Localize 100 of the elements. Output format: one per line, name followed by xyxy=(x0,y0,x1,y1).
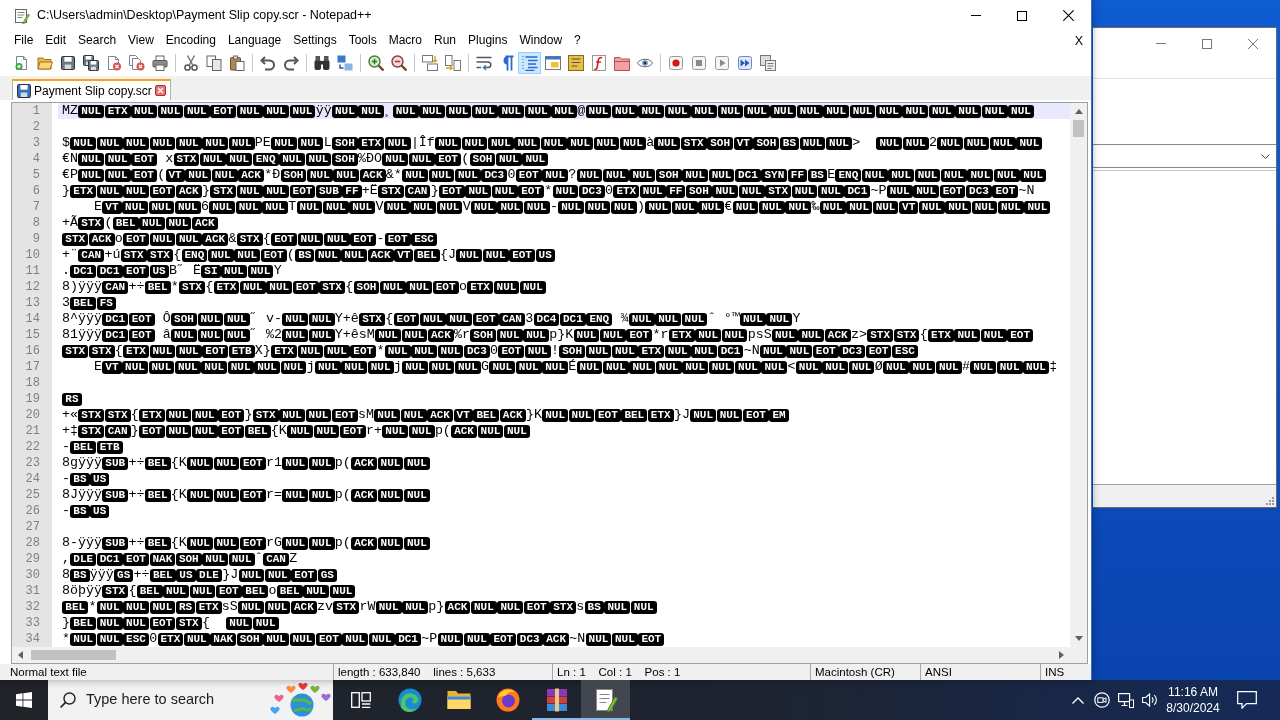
dropdown-field[interactable] xyxy=(1093,144,1276,168)
scrollbar-thumb[interactable] xyxy=(1073,120,1084,137)
control-character: NUL xyxy=(368,633,395,646)
notification-icon[interactable] xyxy=(1237,691,1257,709)
control-character: NUL xyxy=(187,537,213,550)
control-character: DC3 xyxy=(966,185,992,198)
code-text: } xyxy=(62,183,70,198)
code-text: z> xyxy=(850,327,867,342)
scroll-right-icon[interactable] xyxy=(1059,651,1064,659)
close-icon[interactable] xyxy=(1062,10,1074,21)
control-character: ACK xyxy=(427,329,454,342)
scroll-left-icon[interactable] xyxy=(18,651,23,659)
menu-item[interactable]: Macro xyxy=(382,31,428,50)
menu-item[interactable]: Encoding xyxy=(159,31,222,50)
camera-circle-icon[interactable] xyxy=(1094,692,1110,708)
menu-item[interactable]: Plugins xyxy=(462,31,514,50)
control-character: NUL xyxy=(522,153,549,166)
network-icon[interactable] xyxy=(1118,692,1134,708)
control-character: SUB xyxy=(315,185,342,198)
control-character: NUL xyxy=(96,617,123,630)
search-field[interactable]: Type here to search xyxy=(76,689,269,711)
code-text: 8^ÿÿÿ xyxy=(62,311,102,326)
control-character: NUL xyxy=(403,537,430,550)
resize-grip-icon[interactable] xyxy=(1265,496,1274,505)
scissors-icon xyxy=(182,55,199,71)
indent-guide-button[interactable] xyxy=(518,52,541,74)
control-character: ACK xyxy=(351,457,377,470)
control-character: NAK xyxy=(210,633,237,646)
code-text: +¨ xyxy=(62,247,78,262)
clock-time[interactable]: 11:16 AM xyxy=(1168,684,1218,700)
control-character: FS xyxy=(96,297,116,310)
line-number: 11 xyxy=(12,263,52,279)
control-character: NUL xyxy=(585,105,612,118)
menu-item[interactable]: Edit xyxy=(39,31,73,50)
control-character: NUL xyxy=(759,201,785,214)
control-character: NUL xyxy=(367,361,394,374)
control-character: NUL xyxy=(1020,169,1047,182)
control-character: NUL xyxy=(70,633,97,646)
control-character: NUL xyxy=(308,489,335,502)
control-character: NUL xyxy=(175,233,202,246)
control-character: NUL xyxy=(223,313,250,326)
line-number: 30 xyxy=(12,567,52,583)
control-character: BS xyxy=(70,505,90,518)
menu-item[interactable]: Search xyxy=(72,31,123,50)
scroll-down-icon[interactable] xyxy=(1074,636,1083,641)
control-character: NUL xyxy=(197,313,224,326)
menu-item[interactable]: Tools xyxy=(342,31,383,50)
control-character: NUL xyxy=(1023,361,1049,374)
control-character: DC3 xyxy=(481,169,508,182)
menu-item[interactable]: Language xyxy=(221,31,288,50)
scrollbar-thumb[interactable] xyxy=(31,650,116,660)
control-character: ENQ xyxy=(252,153,279,166)
control-character: NUL xyxy=(638,105,665,118)
scroll-up-icon[interactable] xyxy=(1074,109,1083,114)
menu-item[interactable]: Run xyxy=(428,31,463,50)
control-character: NUL xyxy=(437,633,464,646)
line-number: 26 xyxy=(12,503,52,519)
control-character: NUL xyxy=(981,105,1008,118)
clock-date[interactable]: 8/30/2024 xyxy=(1166,700,1220,716)
line-number: 32 xyxy=(12,599,52,615)
play-icon xyxy=(713,55,730,71)
control-character: NUL xyxy=(165,425,192,438)
maximize-icon[interactable] xyxy=(1017,10,1027,21)
control-character: NUL xyxy=(691,345,718,358)
search-bar[interactable]: Type here to search xyxy=(48,680,333,720)
control-character: DC1 xyxy=(102,329,129,342)
menu-item[interactable]: ? xyxy=(568,31,587,50)
control-character: VT xyxy=(102,201,122,214)
text-editor-button[interactable] xyxy=(581,680,630,720)
control-character: NUL xyxy=(558,201,584,214)
control-character: NUL xyxy=(235,201,262,214)
code-text: { xyxy=(130,407,139,422)
control-character: NUL xyxy=(465,185,492,198)
volume-icon[interactable] xyxy=(1142,693,1158,707)
control-character: NUL xyxy=(629,361,656,374)
menu-item[interactable]: Settings xyxy=(287,31,343,50)
control-character: NUL xyxy=(628,313,655,326)
control-character: EOT xyxy=(812,345,839,358)
code-text: p( xyxy=(334,535,351,550)
control-character: US xyxy=(149,265,169,278)
code-text: {K xyxy=(170,455,187,470)
control-character: EOT xyxy=(438,185,465,198)
close-icon[interactable] xyxy=(154,85,166,96)
control-character: NUL xyxy=(454,361,481,374)
menu-item[interactable]: File xyxy=(8,31,40,50)
control-character: DLE xyxy=(70,553,97,566)
control-character: NUL xyxy=(472,105,498,118)
control-character: NUL xyxy=(96,185,123,198)
code-text: ~N xyxy=(1018,183,1035,198)
chevron-up-icon[interactable] xyxy=(1072,696,1084,704)
menu-item[interactable]: Window xyxy=(513,31,569,50)
control-character: NUL xyxy=(770,105,797,118)
control-character: STX xyxy=(104,409,131,422)
code-text: , xyxy=(62,551,70,566)
file-tab[interactable]: Payment Slip copy.scr xyxy=(12,79,171,100)
code-text: 6 xyxy=(201,199,209,214)
control-character: NUL xyxy=(123,617,149,630)
control-character: RS xyxy=(62,393,82,406)
close-document-button[interactable]: X xyxy=(1072,32,1085,49)
menu-item[interactable]: View xyxy=(122,31,160,50)
